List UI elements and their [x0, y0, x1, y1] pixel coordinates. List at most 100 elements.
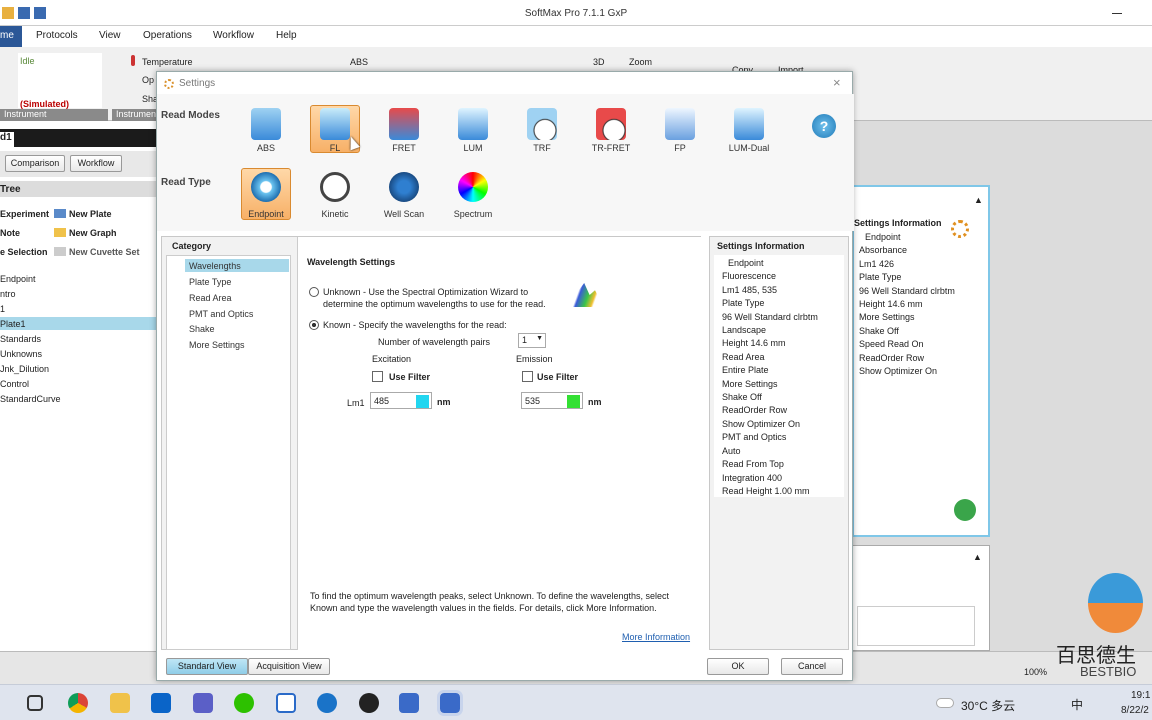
unknown-text-2: determine the optimum wavelengths to use…	[323, 299, 546, 309]
clock-date[interactable]: 8/22/2	[1121, 705, 1149, 716]
settings-info-title: Settings Information	[717, 241, 805, 251]
selection-action[interactable]: e Selection	[0, 247, 48, 257]
softmax-icon[interactable]	[399, 693, 419, 713]
new-plate-action[interactable]: New Plate	[69, 209, 112, 219]
tree-item[interactable]: Endpoint	[0, 274, 36, 284]
abs-button[interactable]: ABS	[350, 57, 368, 67]
trf-mode[interactable]: TRF	[512, 104, 572, 154]
status-text: Idle	[20, 56, 35, 66]
category-more-settings[interactable]: More Settings	[189, 340, 245, 350]
menu-view[interactable]: View	[99, 30, 121, 41]
temperature-button[interactable]: Temperature	[142, 57, 193, 67]
app-icon[interactable]	[276, 693, 296, 713]
num-pairs-select[interactable]: 1 ▼	[518, 333, 546, 348]
lm1-label: Lm1	[347, 398, 365, 408]
clock-time[interactable]: 19:1	[1131, 690, 1150, 701]
tree-item-selected[interactable]: Plate1	[0, 317, 156, 330]
em-unit: nm	[588, 397, 602, 407]
note-action[interactable]: Note	[0, 228, 20, 238]
abs-icon	[251, 108, 281, 140]
category-plate-type[interactable]: Plate Type	[189, 277, 231, 287]
known-radio[interactable]	[309, 320, 319, 330]
tree-item[interactable]: StandardCurve	[0, 394, 61, 404]
close-icon[interactable]: ×	[833, 75, 841, 90]
fret-mode[interactable]: FRET	[374, 104, 434, 154]
fp-mode[interactable]: FP	[650, 104, 710, 154]
experiment-action[interactable]: Experiment	[0, 209, 49, 219]
quick-access-icons[interactable]	[2, 7, 62, 19]
menu-operations[interactable]: Operations	[143, 30, 192, 41]
category-wavelengths[interactable]: Wavelengths	[189, 261, 241, 271]
search-app-icon[interactable]	[317, 693, 337, 713]
info-line: Shake Off	[859, 325, 899, 336]
tree-item[interactable]: Standards	[0, 334, 41, 344]
help-icon[interactable]: ?	[812, 114, 836, 138]
menu-workflow[interactable]: Workflow	[213, 30, 254, 41]
info-line: Plate Type	[722, 298, 765, 309]
teams-icon[interactable]	[193, 693, 213, 713]
ime-indicator[interactable]: 中	[1071, 696, 1083, 713]
grid-area	[857, 606, 975, 646]
kinetic-type[interactable]: Kinetic	[305, 168, 365, 220]
folder-icon[interactable]	[110, 693, 130, 713]
chrome-icon[interactable]	[68, 693, 88, 713]
graph-icon	[54, 228, 66, 237]
wechat-icon[interactable]	[234, 693, 254, 713]
softmax-active-icon[interactable]	[437, 690, 463, 716]
well-scan-type[interactable]: Well Scan	[374, 168, 434, 220]
outlook-icon[interactable]	[151, 693, 171, 713]
tree-item[interactable]: Jnk_Dilution	[0, 364, 49, 374]
qq-icon[interactable]	[359, 693, 379, 713]
menu-home[interactable]: me	[0, 26, 22, 47]
run-button[interactable]	[954, 499, 976, 521]
right-settings-list: Endpoint Absorbance Lm1 426 Plate Type 9…	[859, 231, 955, 378]
info-line: Lm1 485, 535	[722, 284, 778, 295]
cancel-button[interactable]: Cancel	[781, 658, 843, 675]
settings-dialog-icon	[164, 79, 174, 89]
weather-text[interactable]: 30°C 多云	[961, 697, 1015, 714]
minimize-icon[interactable]	[1112, 13, 1122, 14]
known-text: Known - Specify the wavelengths for the …	[323, 320, 507, 330]
category-read-area[interactable]: Read Area	[189, 293, 232, 303]
em-use-filter-checkbox[interactable]	[522, 371, 533, 382]
info-line: Auto	[722, 445, 741, 456]
menu-help[interactable]: Help	[276, 30, 297, 41]
unknown-text: Unknown - Use the Spectral Optimization …	[323, 287, 529, 297]
tree-item[interactable]: Control	[0, 379, 29, 389]
abs-mode[interactable]: ABS	[236, 104, 296, 154]
task-view-icon[interactable]	[27, 695, 43, 711]
info-line: Read Height 1.00 mm	[722, 485, 810, 496]
lum-dual-mode[interactable]: LUM-Dual	[719, 104, 779, 154]
3d-button[interactable]: 3D	[593, 57, 605, 67]
tr-fret-mode[interactable]: TR-FRET	[581, 104, 641, 154]
doc-tab[interactable]: d1	[0, 132, 14, 147]
category-pmt-optics[interactable]: PMT and Optics	[189, 309, 253, 319]
right-panel: ▲ Settings Information Endpoint Absorban…	[852, 185, 990, 537]
tree-item[interactable]: 1	[0, 304, 5, 314]
tree-item[interactable]: Unknowns	[0, 349, 42, 359]
menu-protocols[interactable]: Protocols	[36, 30, 78, 41]
info-line: Shake Off	[722, 392, 762, 403]
op-button[interactable]: Op	[142, 75, 154, 85]
zoom-button[interactable]: Zoom	[629, 57, 652, 67]
workflow-button[interactable]: Workflow	[70, 155, 122, 172]
ok-button[interactable]: OK	[707, 658, 769, 675]
info-line: Height 14.6 mm	[722, 338, 786, 349]
collapse-icon[interactable]: ▲	[974, 195, 983, 205]
spectrum-type[interactable]: Spectrum	[443, 168, 503, 220]
more-information-link[interactable]: More Information	[622, 632, 690, 642]
acquisition-view-button[interactable]: Acquisition View	[248, 658, 330, 675]
lum-mode[interactable]: LUM	[443, 104, 503, 154]
new-cuvette-action[interactable]: New Cuvette Set	[69, 247, 140, 257]
tree-item[interactable]: ntro	[0, 289, 16, 299]
category-shake[interactable]: Shake	[189, 324, 215, 334]
unknown-radio[interactable]	[309, 287, 319, 297]
collapse-icon-2[interactable]: ▲	[973, 552, 982, 562]
ex-use-filter-label: Use Filter	[389, 372, 431, 382]
ex-use-filter-checkbox[interactable]	[372, 371, 383, 382]
spectral-wizard-icon[interactable]	[568, 283, 604, 307]
standard-view-button[interactable]: Standard View	[166, 658, 248, 675]
comparison-button[interactable]: Comparison	[5, 155, 65, 172]
new-graph-action[interactable]: New Graph	[69, 228, 117, 238]
endpoint-type[interactable]: Endpoint	[236, 168, 296, 220]
